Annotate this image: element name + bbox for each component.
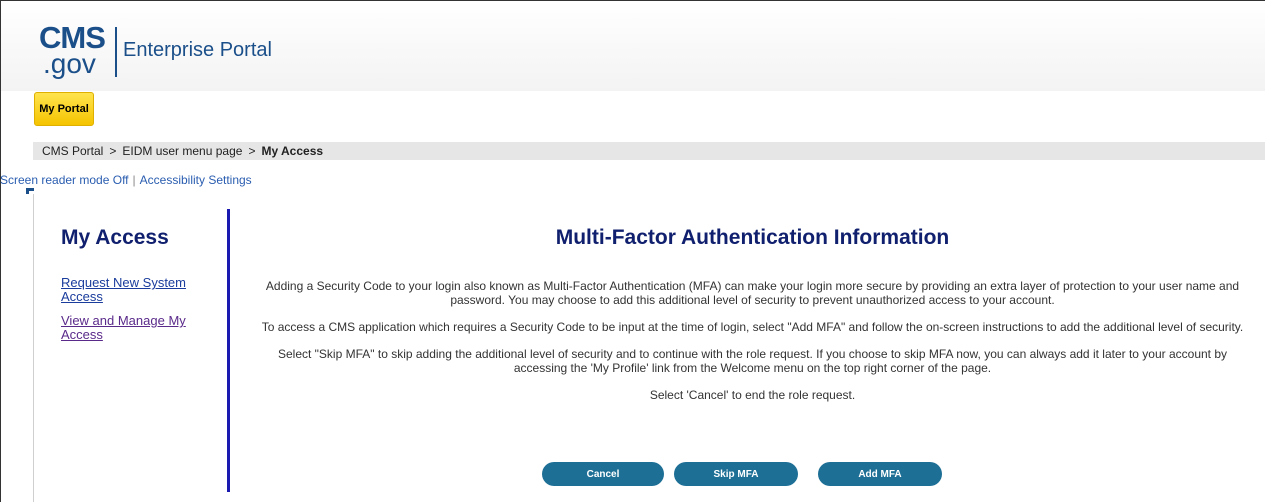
- add-mfa-paragraph: To access a CMS application which requir…: [261, 320, 1244, 334]
- nav-bar: My Portal: [1, 92, 1265, 130]
- vertical-divider: [227, 209, 230, 492]
- accessibility-divider: |: [132, 173, 136, 187]
- sidebar-title: My Access: [61, 226, 169, 249]
- breadcrumb-separator: >: [109, 144, 117, 158]
- main-content: Multi-Factor Authentication Information …: [250, 226, 1255, 415]
- sidebar-link-request-new-system-access[interactable]: Request New System Access: [61, 276, 201, 304]
- breadcrumb-item-cms-portal[interactable]: CMS Portal: [42, 144, 103, 158]
- mfa-intro-paragraph: Adding a Security Code to your login als…: [265, 279, 1240, 307]
- logo-divider: [115, 27, 117, 77]
- add-mfa-button[interactable]: Add MFA: [818, 462, 942, 486]
- action-buttons: Cancel Skip MFA Add MFA: [542, 462, 942, 486]
- logo-gov-text: .gov: [43, 48, 96, 79]
- page-title: Multi-Factor Authentication Information: [555, 226, 950, 249]
- cancel-paragraph: Select 'Cancel' to end the role request.: [649, 388, 856, 402]
- breadcrumb-item-eidm[interactable]: EIDM user menu page: [122, 144, 242, 158]
- cms-logo[interactable]: CMS .gov Enterprise Portal: [39, 22, 272, 83]
- screen-reader-toggle[interactable]: Screen reader mode Off: [0, 173, 129, 187]
- tab-my-portal[interactable]: My Portal: [34, 92, 94, 126]
- header: CMS .gov Enterprise Portal: [1, 1, 1265, 91]
- breadcrumb-current: My Access: [261, 144, 324, 158]
- sidebar: My Access Request New System Access View…: [61, 226, 221, 352]
- skip-mfa-button[interactable]: Skip MFA: [674, 462, 798, 486]
- cancel-button[interactable]: Cancel: [542, 462, 664, 486]
- skip-mfa-paragraph: Select "Skip MFA" to skip adding the add…: [277, 347, 1228, 375]
- accessibility-settings-link[interactable]: Accessibility Settings: [140, 173, 252, 187]
- breadcrumb-separator: >: [248, 144, 256, 158]
- left-rule: [33, 194, 34, 502]
- sidebar-link-view-and-manage-access[interactable]: View and Manage My Access: [61, 314, 201, 342]
- breadcrumb: CMS Portal > EIDM user menu page > My Access: [33, 142, 1265, 160]
- accessibility-bar: Screen reader mode Off | Accessibility Set…: [0, 173, 252, 187]
- logo-portal-text: Enterprise Portal: [123, 39, 272, 61]
